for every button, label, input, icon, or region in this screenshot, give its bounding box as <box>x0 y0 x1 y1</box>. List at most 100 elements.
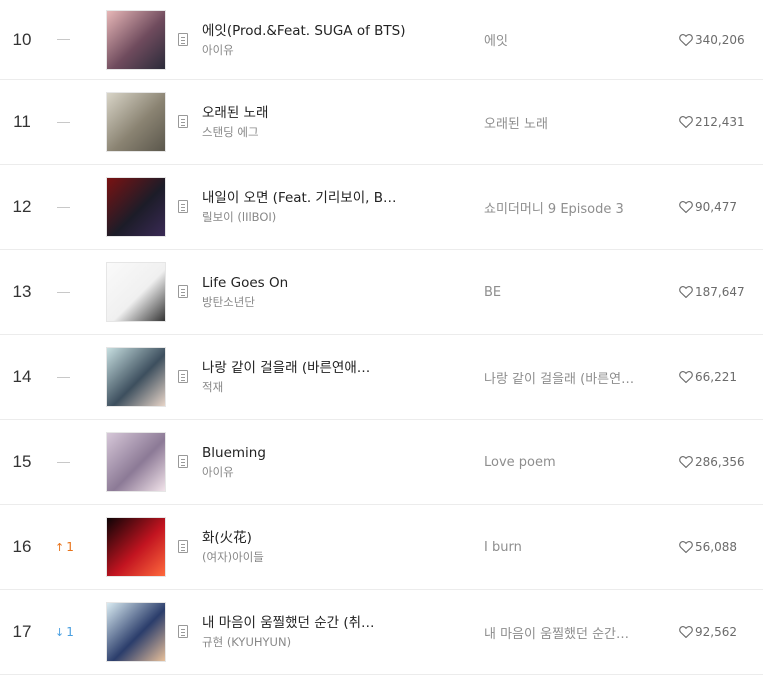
like-button[interactable]: 286,356 <box>679 420 745 504</box>
artist-name[interactable]: 아이유 <box>202 41 412 59</box>
like-count: 286,356 <box>695 455 745 469</box>
song-title[interactable]: Blueming <box>202 443 412 463</box>
rank-unchanged-dash-icon <box>57 376 70 378</box>
rank-change <box>55 165 85 249</box>
rank-number: 16 <box>12 537 32 556</box>
song-title[interactable]: Life Goes On <box>202 273 412 293</box>
like-button[interactable]: 92,562 <box>679 590 737 674</box>
rank-change: ↑ 1 <box>55 505 85 589</box>
rank-down-indicator: ↓ 1 <box>55 625 74 639</box>
song-info: Life Goes On 방탄소년단 <box>202 273 412 311</box>
like-count: 66,221 <box>695 370 737 384</box>
like-button[interactable]: 187,647 <box>679 250 745 334</box>
rank-change <box>55 335 85 419</box>
album-name-label: 내 마음이 움찔했던 순간… <box>484 626 629 642</box>
rank-change <box>55 80 85 164</box>
song-info-icon[interactable] <box>178 455 188 468</box>
heart-icon <box>679 456 693 468</box>
like-count: 92,562 <box>695 625 737 639</box>
rank-unchanged-dash-icon <box>57 121 70 123</box>
like-button[interactable]: 340,206 <box>679 0 745 79</box>
rank-change-value: 1 <box>66 625 74 639</box>
like-count: 340,206 <box>695 32 745 47</box>
rank-unchanged-dash-icon <box>57 291 70 293</box>
rank-number: 10 <box>12 29 32 49</box>
album-name[interactable]: BE <box>484 250 659 334</box>
song-title[interactable]: 화(火花) <box>202 528 412 548</box>
song-info-icon[interactable] <box>178 540 188 553</box>
like-count: 187,647 <box>695 285 745 299</box>
song-title[interactable]: 내 마음이 움찔했던 순간 (취… <box>202 613 412 633</box>
chart-row: 10 에잇(Prod.&Feat. SUGA of BTS) 아이유 에잇 34… <box>0 0 763 80</box>
album-name-label: 에잇 <box>484 34 508 49</box>
album-name-label: 오래된 노래 <box>484 116 548 132</box>
album-name-label: BE <box>484 284 502 300</box>
chart-row: 17 ↓ 1 내 마음이 움찔했던 순간 (취… 규현 (KYUHYUN) 내 마… <box>0 590 763 675</box>
like-button[interactable]: 66,221 <box>679 335 737 419</box>
rank-change <box>55 420 85 504</box>
album-cover[interactable] <box>106 262 166 322</box>
artist-name[interactable]: 방탄소년단 <box>202 293 412 311</box>
chart-row: 16 ↑ 1 화(火花) (여자)아이들 I burn 56,088 <box>0 505 763 590</box>
album-name[interactable]: 오래된 노래 <box>484 80 659 164</box>
rank-change: ↓ 1 <box>55 590 85 674</box>
heart-icon <box>679 116 693 128</box>
album-cover[interactable] <box>106 517 166 577</box>
album-cover[interactable] <box>106 9 166 70</box>
like-count: 212,431 <box>695 115 745 129</box>
song-info: 오래된 노래 스탠딩 에그 <box>202 103 412 141</box>
song-info: 내일이 오면 (Feat. 기리보이, B… 릴보이 (lIlBOI) <box>202 188 412 226</box>
song-info-icon[interactable] <box>178 370 188 383</box>
like-button[interactable]: 90,477 <box>679 165 737 249</box>
heart-icon <box>679 286 693 298</box>
rank-change <box>55 250 85 334</box>
song-info-icon[interactable] <box>178 115 188 128</box>
song-title[interactable]: 에잇(Prod.&Feat. SUGA of BTS) <box>202 21 412 41</box>
album-cover[interactable] <box>106 177 166 237</box>
album-name-label: I burn <box>484 539 522 555</box>
album-cover[interactable] <box>106 347 166 407</box>
song-info-icon[interactable] <box>178 200 188 213</box>
rank-number: 11 <box>13 112 31 131</box>
artist-name[interactable]: (여자)아이들 <box>202 548 412 566</box>
like-count: 56,088 <box>695 540 737 554</box>
chart-row: 12 내일이 오면 (Feat. 기리보이, B… 릴보이 (lIlBOI) 쇼… <box>0 165 763 250</box>
song-title[interactable]: 내일이 오면 (Feat. 기리보이, B… <box>202 188 412 208</box>
song-title[interactable]: 나랑 같이 걸을래 (바른연애… <box>202 358 412 378</box>
artist-name[interactable]: 적재 <box>202 378 412 396</box>
rank-unchanged-dash-icon <box>57 461 70 463</box>
like-button[interactable]: 212,431 <box>679 80 745 164</box>
song-info: 내 마음이 움찔했던 순간 (취… 규현 (KYUHYUN) <box>202 613 412 651</box>
album-name[interactable]: Love poem <box>484 420 659 504</box>
song-info-icon[interactable] <box>178 32 188 46</box>
album-name[interactable]: I burn <box>484 505 659 589</box>
arrow-up-icon: ↑ <box>55 541 65 554</box>
artist-name[interactable]: 규현 (KYUHYUN) <box>202 633 412 651</box>
song-info: 에잇(Prod.&Feat. SUGA of BTS) 아이유 <box>202 21 412 59</box>
rank-up-indicator: ↑ 1 <box>55 540 74 554</box>
song-title[interactable]: 오래된 노래 <box>202 103 412 123</box>
song-info: 나랑 같이 걸을래 (바른연애… 적재 <box>202 358 412 396</box>
chart-row: 15 Blueming 아이유 Love poem 286,356 <box>0 420 763 505</box>
album-name[interactable]: 에잇 <box>484 0 659 79</box>
album-name[interactable]: 나랑 같이 걸을래 (바른연… <box>484 335 659 419</box>
album-name[interactable]: 내 마음이 움찔했던 순간… <box>484 590 659 674</box>
album-cover[interactable] <box>106 602 166 662</box>
album-cover[interactable] <box>106 92 166 152</box>
album-name-label: Love poem <box>484 454 556 470</box>
song-info-icon[interactable] <box>178 285 188 298</box>
artist-name[interactable]: 릴보이 (lIlBOI) <box>202 208 412 226</box>
album-name[interactable]: 쇼미더머니 9 Episode 3 <box>484 165 659 249</box>
like-button[interactable]: 56,088 <box>679 505 737 589</box>
rank-number: 14 <box>12 367 32 386</box>
heart-icon <box>679 33 693 46</box>
song-info: 화(火花) (여자)아이들 <box>202 528 412 566</box>
chart-row: 11 오래된 노래 스탠딩 에그 오래된 노래 212,431 <box>0 80 763 165</box>
rank-number: 12 <box>12 197 32 216</box>
song-info-icon[interactable] <box>178 625 188 638</box>
album-cover[interactable] <box>106 432 166 492</box>
rank-number: 17 <box>12 622 32 641</box>
artist-name[interactable]: 스탠딩 에그 <box>202 123 412 141</box>
artist-name[interactable]: 아이유 <box>202 463 412 481</box>
chart-row: 13 Life Goes On 방탄소년단 BE 187,647 <box>0 250 763 335</box>
